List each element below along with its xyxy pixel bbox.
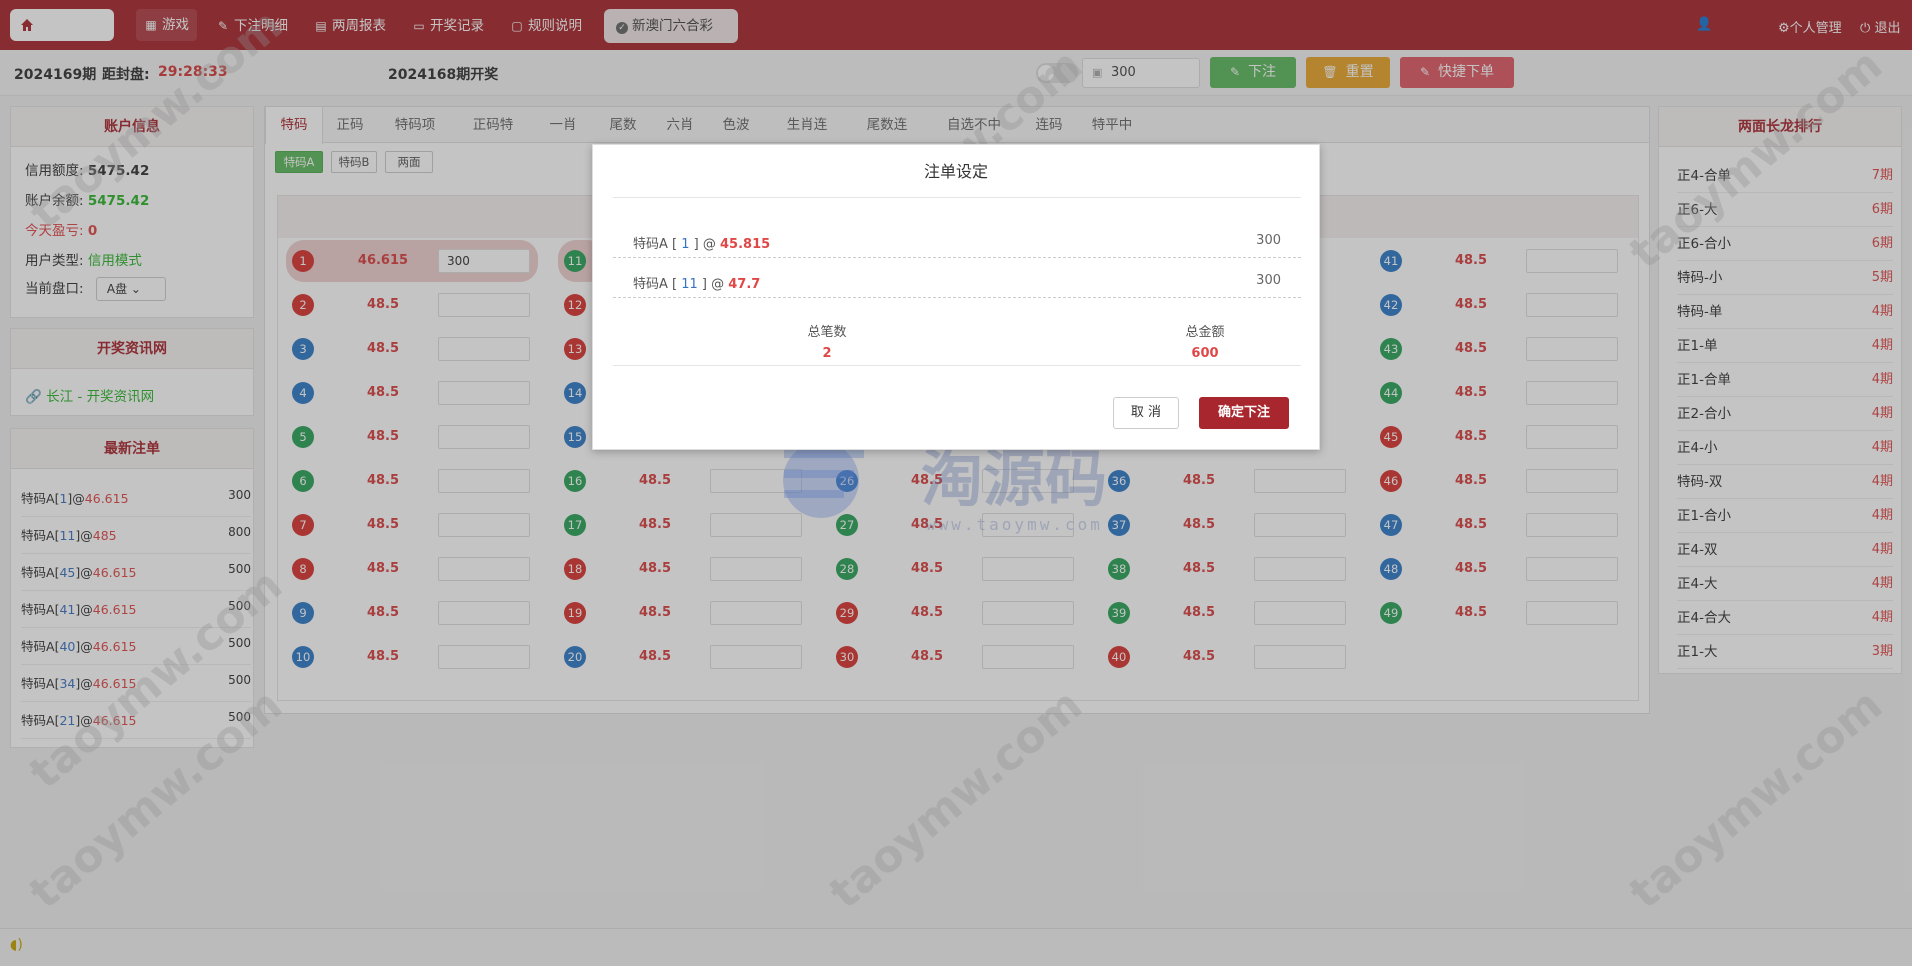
divider <box>613 365 1301 366</box>
confirm-bet-button[interactable]: 确定下注 <box>1199 397 1289 429</box>
modal-bet-row: 特码A [ 11 ] @ 47.7 300 <box>633 273 1281 292</box>
modal-bet-row: 特码A [ 1 ] @ 45.815 300 <box>633 233 1281 252</box>
total-amount: 总金额 600 <box>1185 325 1225 361</box>
bet-confirm-modal: 注单设定 特码A [ 1 ] @ 45.815 300 特码A [ 11 ] @… <box>592 144 1320 450</box>
modal-title: 注单设定 <box>923 162 988 181</box>
divider <box>613 257 1301 258</box>
divider <box>613 197 1301 198</box>
cancel-button[interactable]: 取 消 <box>1113 397 1179 429</box>
modal-bet-amount[interactable]: 300 <box>1256 233 1281 248</box>
total-count: 总笔数 2 <box>807 325 847 361</box>
divider <box>613 297 1301 298</box>
modal-bet-amount[interactable]: 300 <box>1256 273 1281 288</box>
